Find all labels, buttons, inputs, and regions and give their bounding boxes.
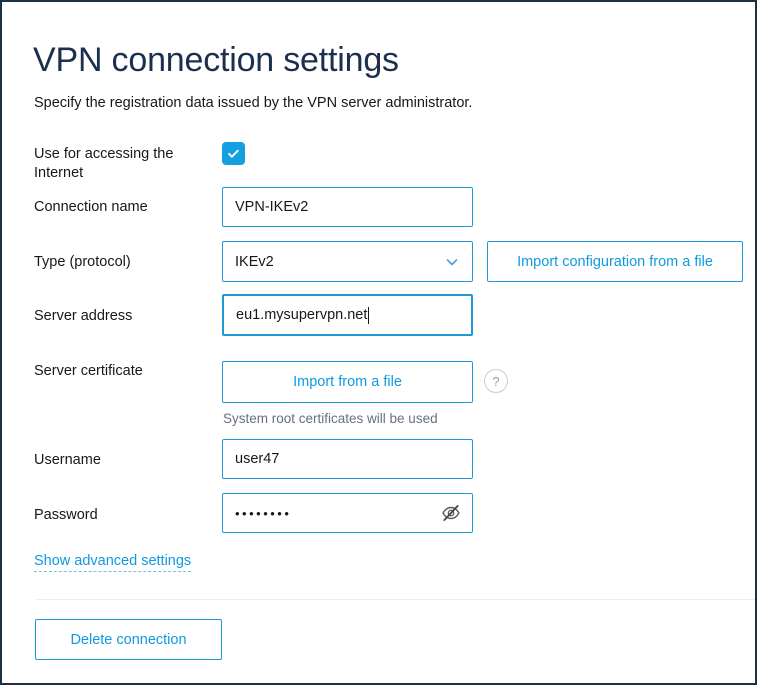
eye-off-icon[interactable]	[440, 502, 462, 524]
import-configuration-button[interactable]: Import configuration from a file	[487, 241, 743, 282]
server-certificate-label: Server certificate	[34, 363, 143, 379]
server-address-input[interactable]: eu1.mysupervpn.net	[222, 294, 473, 336]
text-caret	[368, 306, 370, 324]
server-address-value: eu1.mysupervpn.net	[236, 307, 368, 323]
connection-name-value: VPN-IKEv2	[235, 199, 309, 215]
check-icon	[228, 149, 239, 158]
connection-name-label: Connection name	[34, 199, 148, 215]
internet-checkbox-label: Use for accessing the Internet	[34, 146, 174, 181]
vpn-settings-window: VPN connection settings Specify the regi…	[0, 0, 757, 685]
chevron-down-icon	[446, 258, 458, 265]
type-protocol-value: IKEv2	[235, 253, 274, 270]
password-value: ••••••••	[235, 505, 292, 521]
password-input[interactable]: ••••••••	[222, 493, 473, 533]
username-value: user47	[235, 451, 280, 467]
password-label: Password	[34, 507, 98, 523]
username-input[interactable]: user47	[222, 439, 473, 479]
type-protocol-select[interactable]: IKEv2	[222, 241, 473, 282]
show-advanced-settings-link[interactable]: Show advanced settings	[34, 553, 192, 572]
intro-text: Specify the registration data issued by …	[34, 95, 473, 111]
server-address-label: Server address	[34, 308, 133, 324]
help-icon[interactable]: ?	[484, 369, 508, 393]
footer-divider	[35, 599, 755, 600]
internet-checkbox[interactable]	[222, 142, 245, 165]
type-protocol-label: Type (protocol)	[34, 254, 131, 270]
certificate-helper-text: System root certificates will be used	[223, 411, 438, 426]
username-label: Username	[34, 452, 101, 468]
delete-connection-button[interactable]: Delete connection	[35, 619, 222, 660]
page-title: VPN connection settings	[33, 40, 399, 79]
import-certificate-button[interactable]: Import from a file	[222, 361, 473, 403]
connection-name-input[interactable]: VPN-IKEv2	[222, 187, 473, 227]
